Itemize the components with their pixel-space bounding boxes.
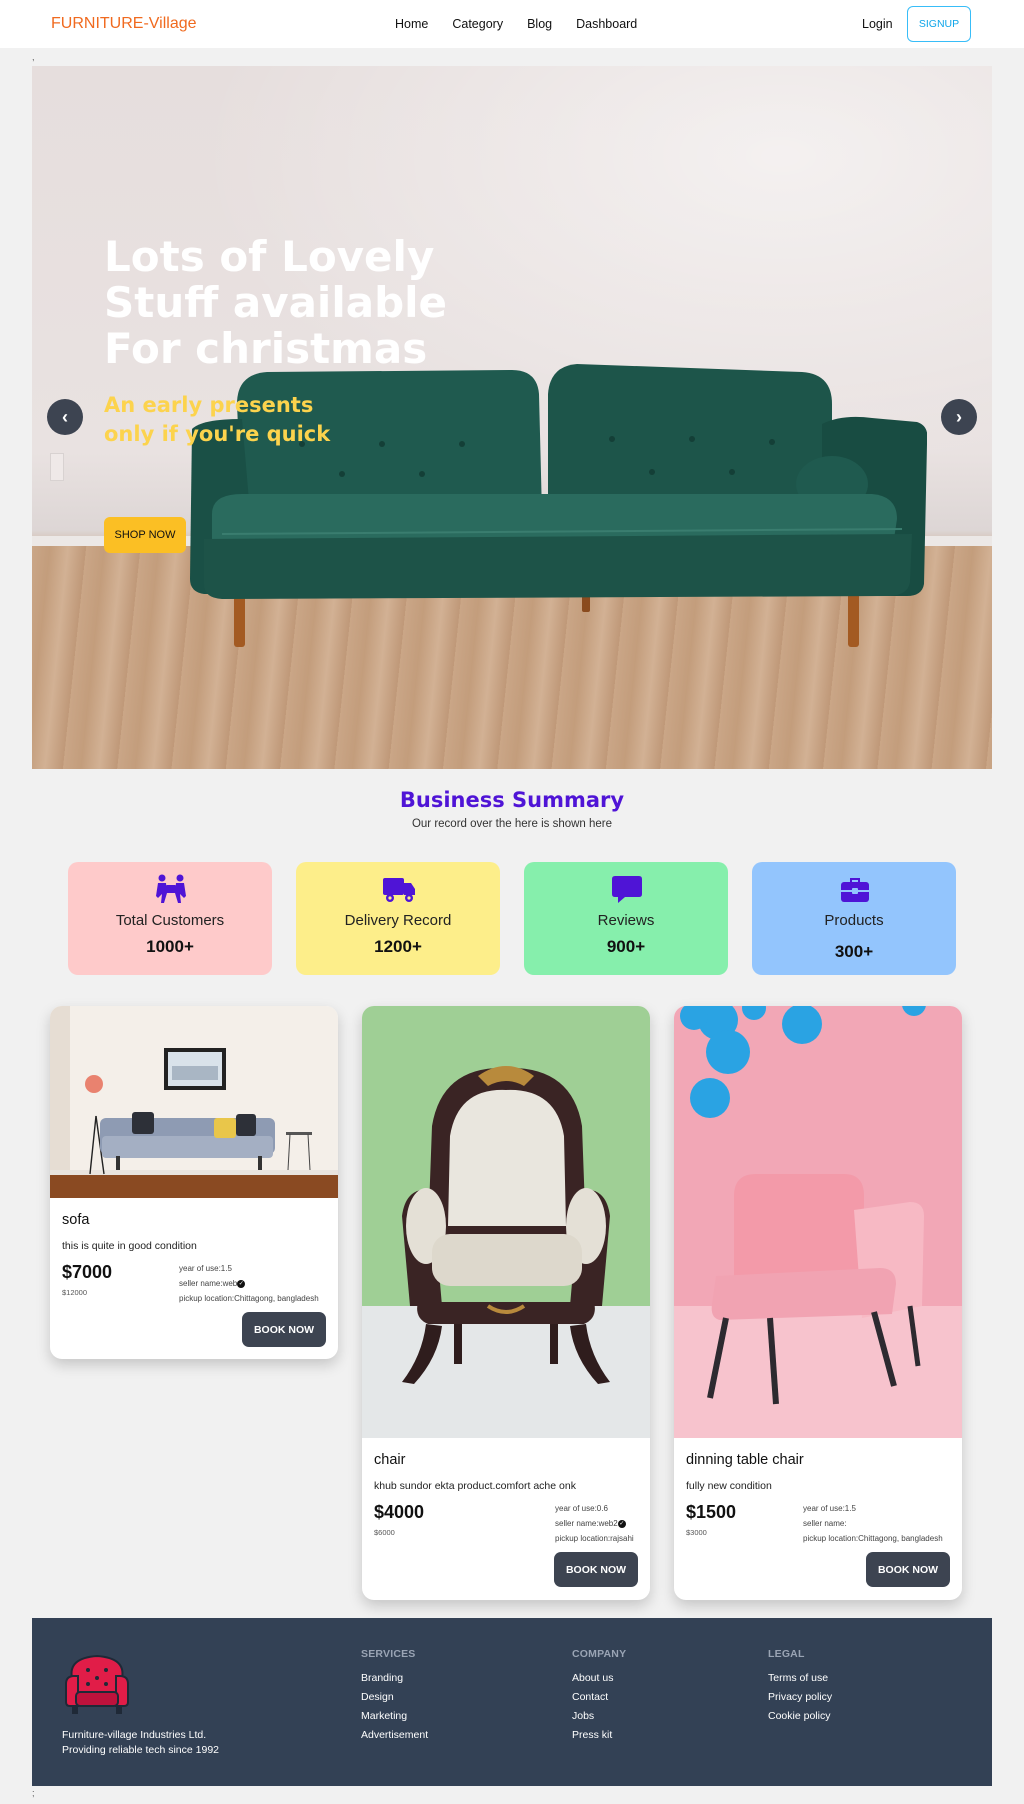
stat-value: 1000+: [146, 937, 194, 956]
footer-link-contact[interactable]: Contact: [572, 1691, 626, 1703]
stat-value: 1200+: [374, 937, 422, 956]
product-name: chair: [374, 1452, 406, 1468]
carousel-prev-button[interactable]: ‹: [47, 399, 83, 435]
seller-name: seller name:: [803, 1519, 847, 1528]
pickup-location: pickup location:Chittagong, bangladesh: [179, 1294, 319, 1303]
footer-link-advertisement[interactable]: Advertisement: [361, 1729, 428, 1741]
stat-card-reviews: Reviews 900+: [524, 862, 728, 975]
year-of-use: year of use:0.6: [555, 1504, 608, 1513]
summary-subtitle: Our record over the here is shown here: [411, 818, 613, 830]
stat-label: Reviews: [597, 912, 655, 929]
hero-sofa-image: [190, 364, 927, 647]
footer-link-jobs[interactable]: Jobs: [572, 1710, 626, 1722]
hero-subtitle: An early presents only if you're quick: [104, 393, 331, 446]
navbar: FURNITURE-Village Home Category Blog Das…: [0, 0, 1024, 48]
stray-mark: ,: [32, 52, 35, 62]
footer-link-branding[interactable]: Branding: [361, 1672, 428, 1684]
stat-label: Delivery Record: [344, 912, 452, 929]
product-meta: year of use:0.6 seller name:web2✓ pickup…: [555, 1501, 634, 1546]
product-name: sofa: [62, 1212, 90, 1228]
product-card-dinning-chair: dinning table chair fully new condition …: [674, 1006, 962, 1600]
carousel-next-button[interactable]: ›: [941, 399, 977, 435]
stat-label: Products: [824, 912, 884, 929]
product-image-dinning-chair: [674, 1006, 962, 1438]
footer-company-title: COMPANY: [572, 1648, 627, 1660]
product-description: khub sundor ekta product.comfort ache on…: [374, 1480, 576, 1492]
product-meta: year of use:1.5 seller name: pickup loca…: [803, 1501, 943, 1546]
footer-link-marketing[interactable]: Marketing: [361, 1710, 428, 1722]
stat-card-products: Products 300+: [752, 862, 956, 975]
stat-value: 300+: [834, 942, 874, 961]
nav-link-dashboard[interactable]: Dashboard: [576, 17, 637, 31]
toolbox-icon: [841, 878, 869, 902]
product-image-chair: [362, 1006, 650, 1438]
stat-card-delivery: Delivery Record 1200+: [296, 862, 500, 975]
product-name: dinning table chair: [686, 1452, 804, 1468]
footer-services-title: SERVICES: [361, 1648, 416, 1660]
seller-name: seller name:web: [179, 1279, 238, 1288]
footer-link-terms[interactable]: Terms of use: [768, 1672, 832, 1684]
pickup-location: pickup location:rajsahi: [555, 1534, 634, 1543]
book-now-button[interactable]: BOOK NOW: [554, 1552, 638, 1587]
footer-legal-column: LEGAL Terms of use Privacy policy Cookie…: [768, 1648, 832, 1729]
pickup-location: pickup location:Chittagong, bangladesh: [803, 1534, 943, 1543]
book-now-button[interactable]: BOOK NOW: [866, 1552, 950, 1587]
summary-title: Business Summary: [399, 788, 625, 812]
product-price: $7000: [62, 1262, 113, 1282]
seller-row: seller name:web2✓: [555, 1516, 634, 1531]
product-original-price: $6000: [374, 1528, 395, 1537]
stat-label: Total Customers: [115, 912, 225, 929]
nav-link-home[interactable]: Home: [395, 17, 428, 31]
nav-link-blog[interactable]: Blog: [527, 17, 552, 31]
armchair-logo-icon: [65, 1654, 129, 1714]
stat-card-customers: Total Customers 1000+: [68, 862, 272, 975]
footer-legal-title: LEGAL: [768, 1648, 805, 1660]
footer-link-design[interactable]: Design: [361, 1691, 428, 1703]
comment-icon: [612, 876, 642, 903]
footer-company-name: Furniture-village Industries Ltd.: [62, 1729, 207, 1741]
product-card-sofa: sofa this is quite in good condition $70…: [50, 1006, 338, 1359]
year-of-use: year of use:1.5: [179, 1264, 232, 1273]
shop-now-button[interactable]: SHOP NOW: [104, 517, 186, 553]
truck-icon: [383, 878, 415, 902]
brand-logo[interactable]: FURNITURE-Village: [51, 15, 197, 33]
footer-company-tagline: Providing reliable tech since 1992: [62, 1744, 220, 1756]
year-of-use: year of use:1.5: [803, 1504, 856, 1513]
verified-icon: ✓: [617, 1519, 626, 1528]
book-now-button[interactable]: BOOK NOW: [242, 1312, 326, 1347]
footer-company-info: Furniture-village Industries Ltd. Provid…: [62, 1728, 219, 1758]
seller-row: seller name:web✓: [179, 1276, 319, 1291]
footer-link-press-kit[interactable]: Press kit: [572, 1729, 626, 1741]
product-meta: year of use:1.5 seller name:web✓ pickup …: [179, 1261, 319, 1306]
footer-link-cookie[interactable]: Cookie policy: [768, 1710, 832, 1722]
product-original-price: $12000: [62, 1288, 88, 1297]
wall-outlet: [50, 453, 64, 481]
product-image-sofa: [50, 1006, 338, 1198]
product-original-price: $3000: [686, 1528, 707, 1537]
stray-mark-bottom: ;: [32, 1788, 35, 1798]
hero-carousel: Lots of Lovely Stuff available For chris…: [32, 66, 992, 769]
product-description: fully new condition: [686, 1480, 772, 1492]
signup-button[interactable]: SIGNUP: [907, 6, 971, 42]
product-description: this is quite in good condition: [62, 1240, 197, 1252]
nav-link-category[interactable]: Category: [452, 17, 503, 31]
product-price: $4000: [374, 1502, 425, 1522]
seller-name: seller name:web2: [555, 1519, 618, 1528]
footer-link-about[interactable]: About us: [572, 1672, 626, 1684]
verified-icon: ✓: [237, 1279, 246, 1288]
login-link[interactable]: Login: [862, 17, 893, 31]
footer: Furniture-village Industries Ltd. Provid…: [32, 1618, 992, 1786]
hero-title: Lots of Lovely Stuff available For chris…: [104, 232, 448, 373]
stat-value: 900+: [606, 937, 646, 956]
footer-services-column: SERVICES Branding Design Marketing Adver…: [361, 1648, 428, 1748]
nav-menu: Home Category Blog Dashboard: [395, 17, 637, 31]
footer-link-privacy[interactable]: Privacy policy: [768, 1691, 832, 1703]
product-card-chair: chair khub sundor ekta product.comfort a…: [362, 1006, 650, 1600]
people-carry-icon: [156, 874, 186, 903]
footer-company-column: COMPANY About us Contact Jobs Press kit: [572, 1648, 626, 1748]
product-price: $1500: [686, 1502, 737, 1522]
